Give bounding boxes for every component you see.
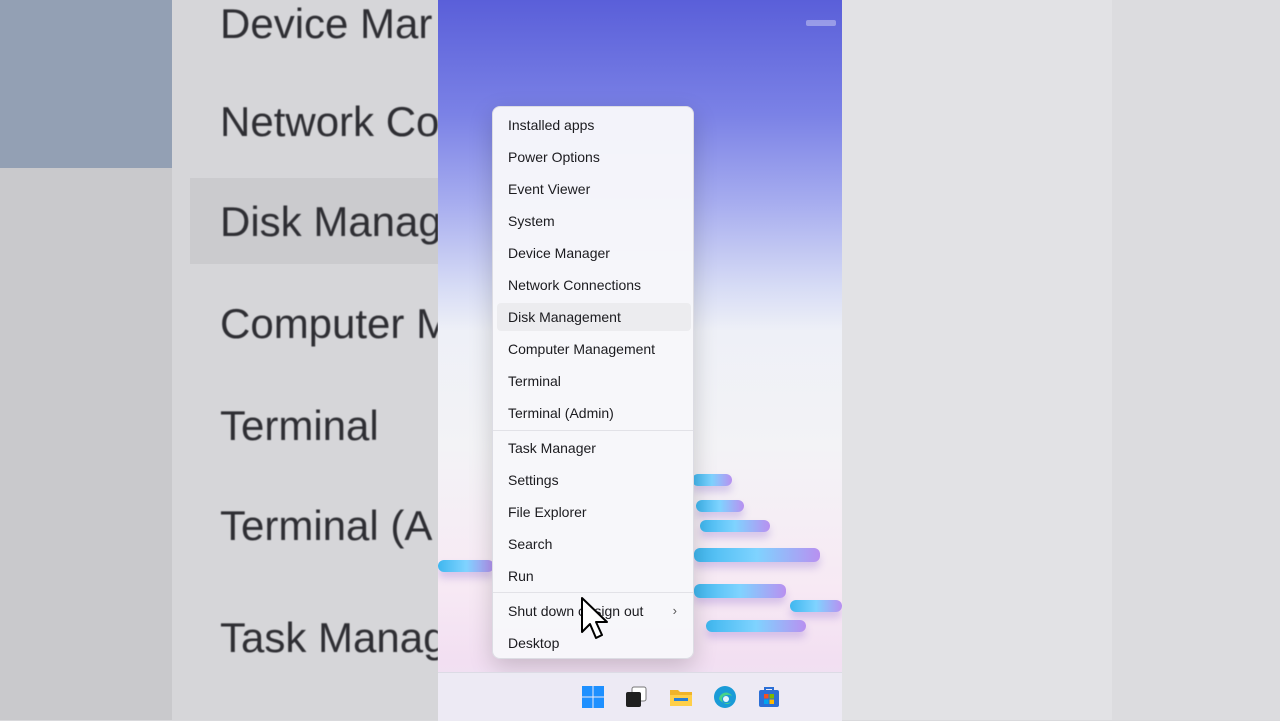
microsoft-store-icon[interactable] (757, 685, 781, 709)
background-item: Network Co (220, 98, 438, 145)
menu-item-label: Terminal (508, 373, 561, 389)
wallpaper-shape (692, 474, 732, 486)
menu-item-label: Disk Management (508, 309, 621, 325)
menu-item-network-connections[interactable]: Network Connections (497, 271, 691, 299)
menu-item-label: Power Options (508, 149, 600, 165)
menu-item-label: Network Connections (508, 277, 642, 293)
menu-item-task-manager[interactable]: Task Manager (497, 434, 691, 462)
wallpaper-shape (694, 548, 820, 562)
menu-item-label: Desktop (508, 635, 560, 651)
menu-item-label: Computer Management (508, 341, 656, 357)
quick-link-menu: Installed apps Power Options Event Viewe… (492, 106, 694, 659)
windows-start-icon[interactable] (581, 685, 605, 709)
watermark (806, 20, 836, 26)
menu-separator (493, 592, 693, 593)
task-view-icon[interactable] (624, 685, 648, 709)
file-explorer-icon[interactable] (669, 685, 693, 709)
background-item: Terminal (220, 402, 379, 449)
menu-item-label: Terminal (Admin) (508, 405, 614, 421)
menu-item-label: Settings (508, 472, 559, 488)
chevron-right-icon: › (672, 603, 677, 618)
taskbar (438, 672, 842, 721)
background-item: Disk Manag (220, 198, 438, 245)
menu-item-label: Device Manager (508, 245, 610, 261)
menu-item-event-viewer[interactable]: Event Viewer (497, 175, 691, 203)
menu-item-disk-management[interactable]: Disk Management (497, 303, 691, 331)
menu-item-file-explorer[interactable]: File Explorer (497, 498, 691, 526)
menu-item-terminal-admin[interactable]: Terminal (Admin) (497, 399, 691, 427)
menu-item-installed-apps[interactable]: Installed apps (497, 111, 691, 139)
menu-separator (493, 430, 693, 431)
wallpaper-shape (696, 500, 744, 512)
menu-item-label: Search (508, 536, 553, 552)
menu-item-settings[interactable]: Settings (497, 466, 691, 494)
background-item: Terminal (A (220, 502, 433, 549)
menu-item-search[interactable]: Search (497, 530, 691, 558)
background-item: Computer M (220, 300, 438, 347)
mouse-cursor-icon (581, 597, 608, 639)
background-panel (842, 0, 1112, 720)
menu-item-run[interactable]: Run (497, 562, 691, 590)
wallpaper-shape (694, 584, 786, 598)
wallpaper-shape (790, 600, 842, 612)
menu-item-label: File Explorer (508, 504, 587, 520)
menu-item-label: System (508, 213, 555, 229)
wallpaper-shape (438, 560, 494, 572)
menu-item-terminal[interactable]: Terminal (497, 367, 691, 395)
background-left: Device Mar Network Co Disk Manag Compute… (0, 0, 438, 720)
background-right (842, 0, 1280, 720)
menu-item-label: Task Manager (508, 440, 596, 456)
wallpaper-shape (700, 520, 770, 532)
menu-item-system[interactable]: System (497, 207, 691, 235)
menu-item-label: Event Viewer (508, 181, 591, 197)
menu-item-label: Run (508, 568, 534, 584)
menu-item-label: Installed apps (508, 117, 595, 133)
wallpaper-shape (706, 620, 806, 632)
menu-item-label: Shut down or sign out (508, 603, 644, 619)
menu-item-computer-management[interactable]: Computer Management (497, 335, 691, 363)
menu-item-device-manager[interactable]: Device Manager (497, 239, 691, 267)
background-item: Device Mar (220, 0, 433, 47)
edge-browser-icon[interactable] (713, 685, 737, 709)
menu-item-power-options[interactable]: Power Options (497, 143, 691, 171)
background-item: Task Manag (220, 614, 438, 661)
